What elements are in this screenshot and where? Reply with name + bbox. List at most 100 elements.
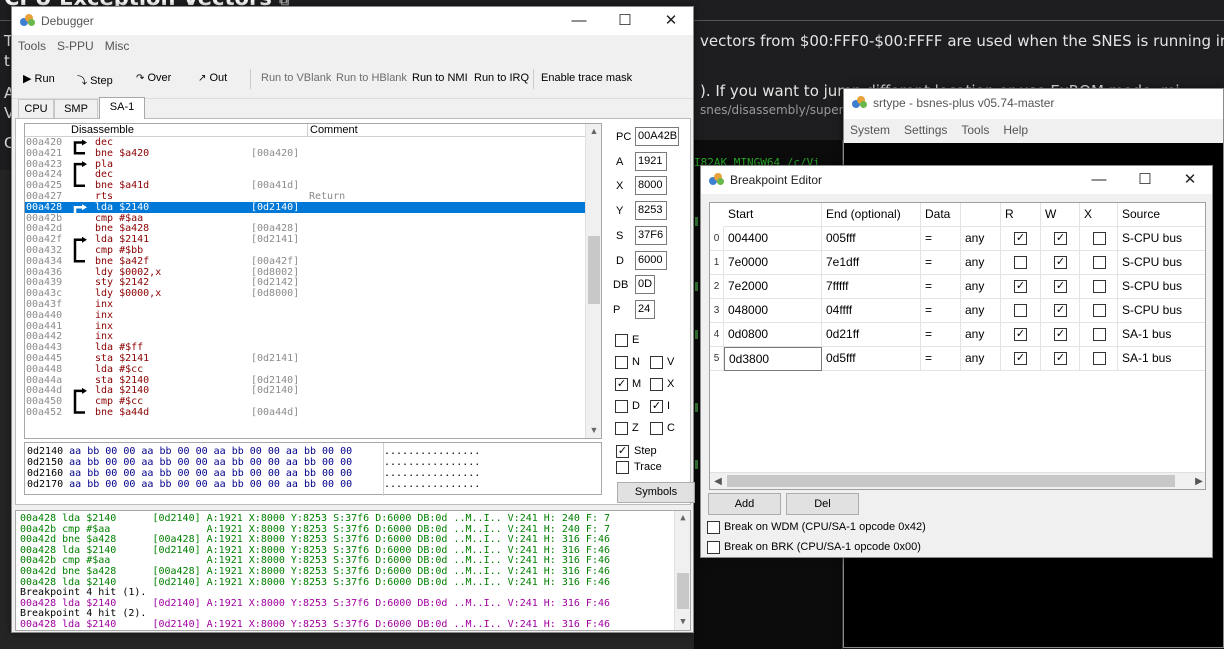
- run-to-hblank-button[interactable]: Run to HBlank: [336, 72, 407, 84]
- disassembly-row[interactable]: 00a42b cmp #$aa: [25, 213, 585, 224]
- flag-d-checkbox[interactable]: [615, 400, 628, 413]
- srtype-titlebar[interactable]: srtype - bsnes-plus v05.74-master: [844, 89, 1223, 119]
- breakpoint-table-hscroll[interactable]: ◀ ▶: [710, 472, 1205, 489]
- breakpoint-w-checkbox[interactable]: ✓: [1054, 232, 1067, 245]
- breakpoint-data-cell[interactable]: any: [961, 251, 1001, 275]
- menu-s-ppu[interactable]: S-PPU: [57, 35, 94, 57]
- breakpoint-data-cell[interactable]: any: [961, 275, 1001, 299]
- breakpoint-cmp-cell[interactable]: =: [921, 323, 961, 347]
- breakpoint-x-checkbox[interactable]: [1093, 304, 1106, 317]
- minimize-icon[interactable]: —: [556, 7, 602, 35]
- flag-e-checkbox[interactable]: [615, 334, 628, 347]
- breakpoint-x-checkbox[interactable]: [1093, 256, 1106, 269]
- debugger-titlebar[interactable]: Debugger — ☐ ✕: [12, 7, 693, 35]
- scroll-left-icon[interactable]: ◀: [710, 473, 726, 489]
- tab-cpu[interactable]: CPU: [18, 99, 54, 119]
- breakpoint-r-checkbox[interactable]: [1014, 304, 1027, 317]
- flag-n-checkbox[interactable]: [615, 356, 628, 369]
- breakpoint-r-checkbox[interactable]: ✓: [1014, 232, 1027, 245]
- disassembly-row[interactable]: 00a42d bne $a428 [00a428]: [25, 223, 585, 234]
- tab-sa1[interactable]: SA-1: [99, 97, 145, 119]
- breakpoint-data-cell[interactable]: any: [961, 323, 1001, 347]
- menu-tools[interactable]: Tools: [961, 119, 989, 141]
- breakpoint-end-cell[interactable]: 0d21ff: [822, 323, 921, 347]
- disassembly-row[interactable]: 00a442 inx: [25, 331, 585, 342]
- breakpoint-data-cell[interactable]: any: [961, 347, 1001, 371]
- flag-z-checkbox[interactable]: [615, 422, 628, 435]
- breakpoint-x-checkbox[interactable]: [1093, 232, 1106, 245]
- enable-trace-mask-button[interactable]: Enable trace mask: [541, 72, 632, 84]
- disassembly-row[interactable]: 00a450 cmp #$cc: [25, 396, 585, 407]
- disassembly-row[interactable]: 00a436 ldy $0002,x [0d8002]: [25, 267, 585, 278]
- column-header-r[interactable]: R: [1001, 203, 1041, 227]
- column-header-w[interactable]: W: [1041, 203, 1080, 227]
- maximize-icon[interactable]: ☐: [1122, 166, 1168, 194]
- break-on-brk-checkbox[interactable]: [707, 541, 720, 554]
- scroll-down-icon[interactable]: ▼: [675, 615, 690, 630]
- breakpoint-start-cell[interactable]: 004400: [724, 227, 822, 251]
- menu-help[interactable]: Help: [1003, 119, 1028, 141]
- disassembly-row[interactable]: 00a44d lda $2140 [0d2140]: [25, 385, 585, 396]
- breakpoint-w-checkbox[interactable]: ✓: [1054, 352, 1067, 365]
- breakpoint-start-cell[interactable]: 0d3800: [724, 347, 822, 371]
- disassembly-row[interactable]: 00a452 bne $a44d [00a44d]: [25, 407, 585, 418]
- breakpoint-cmp-cell[interactable]: =: [921, 275, 961, 299]
- close-icon[interactable]: ✕: [648, 7, 694, 35]
- register-value-input[interactable]: 8253: [635, 201, 667, 221]
- register-value-input[interactable]: 00A42B: [635, 127, 679, 146]
- breakpoint-start-cell[interactable]: 0d0800: [724, 323, 822, 347]
- breakpoint-r-checkbox[interactable]: [1014, 256, 1027, 269]
- disassembly-row[interactable]: 00a427 rts Return: [25, 191, 585, 202]
- breakpoint-table[interactable]: 0 004400 005fff = any ✓ ✓ S-CPU bus 1 7e0000 7e1df…: [709, 202, 1206, 490]
- disassembly-row[interactable]: 00a44a sta $2140 [0d2140]: [25, 375, 585, 386]
- run-button[interactable]: ▶ Run: [23, 72, 55, 85]
- trace-checkbox[interactable]: [616, 461, 629, 474]
- disassembly-row[interactable]: 00a425 bne $a41d [00a41d]: [25, 180, 585, 191]
- disassembly-row[interactable]: 00a434 bne $a42f [00a42f]: [25, 256, 585, 267]
- breakpoint-cmp-cell[interactable]: =: [921, 299, 961, 323]
- scroll-thumb[interactable]: [677, 573, 689, 609]
- register-value-input[interactable]: 8000: [635, 176, 667, 196]
- breakpoint-w-checkbox[interactable]: ✓: [1054, 280, 1067, 293]
- register-value-input[interactable]: 6000: [635, 250, 667, 270]
- scroll-thumb[interactable]: [727, 475, 1175, 487]
- breakpoint-data-cell[interactable]: any: [961, 227, 1001, 251]
- flag-m-checkbox[interactable]: ✓: [615, 378, 628, 391]
- breakpoint-source-cell[interactable]: S-CPU bus: [1118, 227, 1205, 251]
- close-icon[interactable]: ✕: [1167, 166, 1213, 194]
- scroll-thumb[interactable]: [588, 236, 600, 304]
- flag-c-checkbox[interactable]: [650, 422, 663, 435]
- breakpoint-end-cell[interactable]: 04ffff: [822, 299, 921, 323]
- breakpoint-w-checkbox[interactable]: ✓: [1054, 304, 1067, 317]
- disassembly-row[interactable]: 00a440 inx: [25, 310, 585, 321]
- breakpoint-editor-window[interactable]: Breakpoint Editor — ☐ ✕ 0 004400 005fff = an…: [700, 165, 1213, 558]
- disassembly-row[interactable]: 00a43c ldy $0000,x [0d8000]: [25, 288, 585, 299]
- breakpoint-cmp-cell[interactable]: =: [921, 347, 961, 371]
- breakpoint-editor-titlebar[interactable]: Breakpoint Editor — ☐ ✕: [701, 166, 1212, 194]
- trace-console[interactable]: 00a428 lda $2140 [0d2140] A:1921 X:8000 …: [15, 510, 691, 631]
- break-on-wdm-checkbox[interactable]: [707, 521, 720, 534]
- minimize-icon[interactable]: —: [1076, 166, 1122, 194]
- menu-system[interactable]: System: [850, 119, 890, 141]
- breakpoint-data-cell[interactable]: any: [961, 299, 1001, 323]
- breakpoint-r-checkbox[interactable]: ✓: [1014, 280, 1027, 293]
- breakpoint-source-cell[interactable]: S-CPU bus: [1118, 275, 1205, 299]
- step-checkbox[interactable]: ✓: [616, 445, 629, 458]
- breakpoint-source-cell[interactable]: SA-1 bus: [1118, 323, 1205, 347]
- breakpoint-source-cell[interactable]: S-CPU bus: [1118, 251, 1205, 275]
- step-out-button[interactable]: ↗ Out: [198, 72, 227, 84]
- breakpoint-source-cell[interactable]: S-CPU bus: [1118, 299, 1205, 323]
- disassembly-row[interactable]: 00a423 pla: [25, 159, 585, 170]
- menu-tools[interactable]: Tools: [18, 35, 46, 57]
- run-to-vblank-button[interactable]: Run to VBlank: [261, 72, 331, 84]
- delete-breakpoint-button[interactable]: Del: [786, 493, 859, 515]
- scroll-up-icon[interactable]: ▲: [675, 511, 690, 526]
- column-header-end[interactable]: End (optional): [822, 203, 921, 227]
- run-to-nmi-button[interactable]: Run to NMI: [412, 72, 468, 84]
- register-value-input[interactable]: 0D: [635, 275, 655, 295]
- breakpoint-end-cell[interactable]: 005fff: [822, 227, 921, 251]
- step-over-button[interactable]: ↷ Over: [136, 72, 171, 84]
- add-breakpoint-button[interactable]: Add: [708, 493, 781, 515]
- breakpoint-x-checkbox[interactable]: [1093, 328, 1106, 341]
- disassembly-row[interactable]: 00a448 lda #$cc: [25, 364, 585, 375]
